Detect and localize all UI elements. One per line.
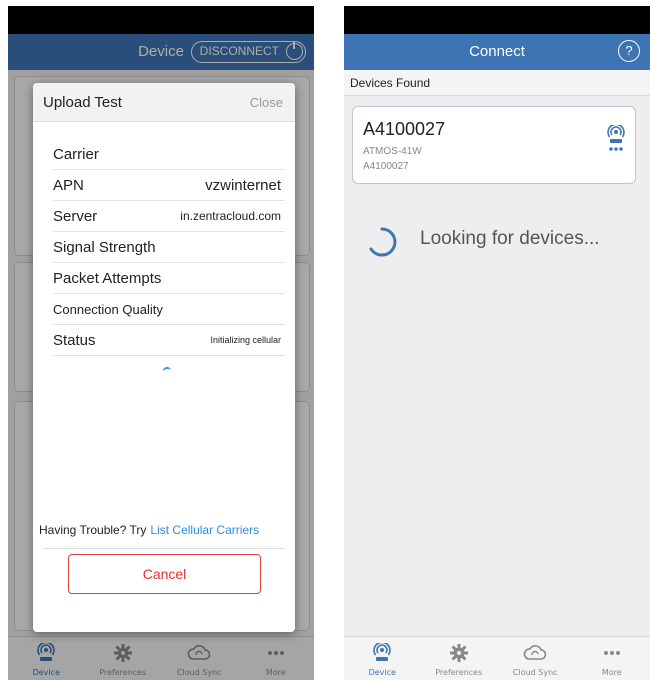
upload-test-dialog: Upload Test Close Carrier APN vzwinterne…	[33, 83, 295, 632]
trouble-text: Having Trouble? Try List Cellular Carrier…	[39, 523, 259, 537]
tab-preferences[interactable]: Preferences	[421, 637, 498, 680]
cancel-button[interactable]: Cancel	[68, 554, 261, 594]
loading-spinner-icon	[162, 366, 172, 376]
device-model: ATMOS-41W	[363, 146, 422, 157]
help-button[interactable]: ?	[618, 40, 640, 62]
more-icon	[603, 651, 620, 655]
tab-device[interactable]: Device	[344, 637, 421, 680]
detail-label: APN	[53, 176, 84, 194]
loading-spinner-icon	[369, 227, 397, 257]
device-serial: A4100027	[363, 161, 409, 172]
left-phone-screen: Device DISCONNECT Device Preferences Clo…	[8, 6, 314, 680]
detail-value: Initializing cellular	[210, 335, 281, 345]
trouble-prompt: Having Trouble? Try	[39, 523, 147, 537]
gear-icon	[449, 644, 468, 662]
detail-label: Server	[53, 207, 98, 225]
device-card[interactable]: A4100027 ATMOS-41W A4100027	[352, 106, 636, 184]
right-phone-screen: Connect ? Devices Found A4100027 ATMOS-4…	[344, 6, 650, 680]
header-title: Connect	[469, 43, 525, 60]
dialog-title: Upload Test	[43, 94, 122, 111]
divider	[43, 548, 285, 549]
dialog-header: Upload Test Close	[33, 83, 295, 122]
detail-row-apn: APN vzwinternet	[53, 170, 285, 201]
detail-row-packet-attempts: Packet Attempts	[53, 263, 285, 294]
detail-row-status: Status Initializing cellular	[53, 325, 285, 356]
tab-label: Preferences	[435, 668, 483, 677]
detail-row-server: Server in.zentracloud.com	[53, 201, 285, 232]
tab-label: More	[601, 668, 622, 677]
device-icon	[607, 125, 625, 151]
device-name: A4100027	[363, 119, 446, 139]
looking-for-devices-text: Looking for devices...	[420, 228, 600, 249]
detail-row-signal-strength: Signal Strength	[53, 232, 285, 263]
detail-label: Status	[53, 331, 96, 349]
detail-row-connection-quality: Connection Quality	[53, 294, 285, 325]
test-details-list: Carrier APN vzwinternet Server in.zentra…	[53, 139, 285, 356]
status-bar	[344, 6, 650, 34]
close-button[interactable]: Close	[250, 95, 283, 110]
tab-cloud-sync[interactable]: Cloud Sync	[497, 637, 574, 680]
list-cellular-carriers-link[interactable]: List Cellular Carriers	[150, 523, 259, 537]
tab-label: Device	[368, 668, 396, 677]
searching-indicator: Looking for devices...	[366, 226, 600, 263]
detail-row-carrier: Carrier	[53, 139, 285, 170]
tab-more[interactable]: More	[574, 637, 650, 680]
detail-value: vzwinternet	[205, 176, 281, 194]
detail-label: Connection Quality	[53, 301, 163, 317]
detail-label: Signal Strength	[53, 238, 156, 256]
devices-found-label: Devices Found	[344, 70, 650, 96]
tab-bar: Device Preferences Cloud Sync More	[344, 636, 650, 680]
detail-label: Carrier	[53, 145, 99, 163]
app-header: Connect ?	[344, 34, 650, 70]
device-icon	[373, 643, 392, 661]
tab-label: Cloud Sync	[512, 668, 558, 677]
detail-label: Packet Attempts	[53, 269, 162, 287]
detail-value: in.zentracloud.com	[180, 209, 281, 223]
cloud-sync-icon	[523, 645, 547, 660]
